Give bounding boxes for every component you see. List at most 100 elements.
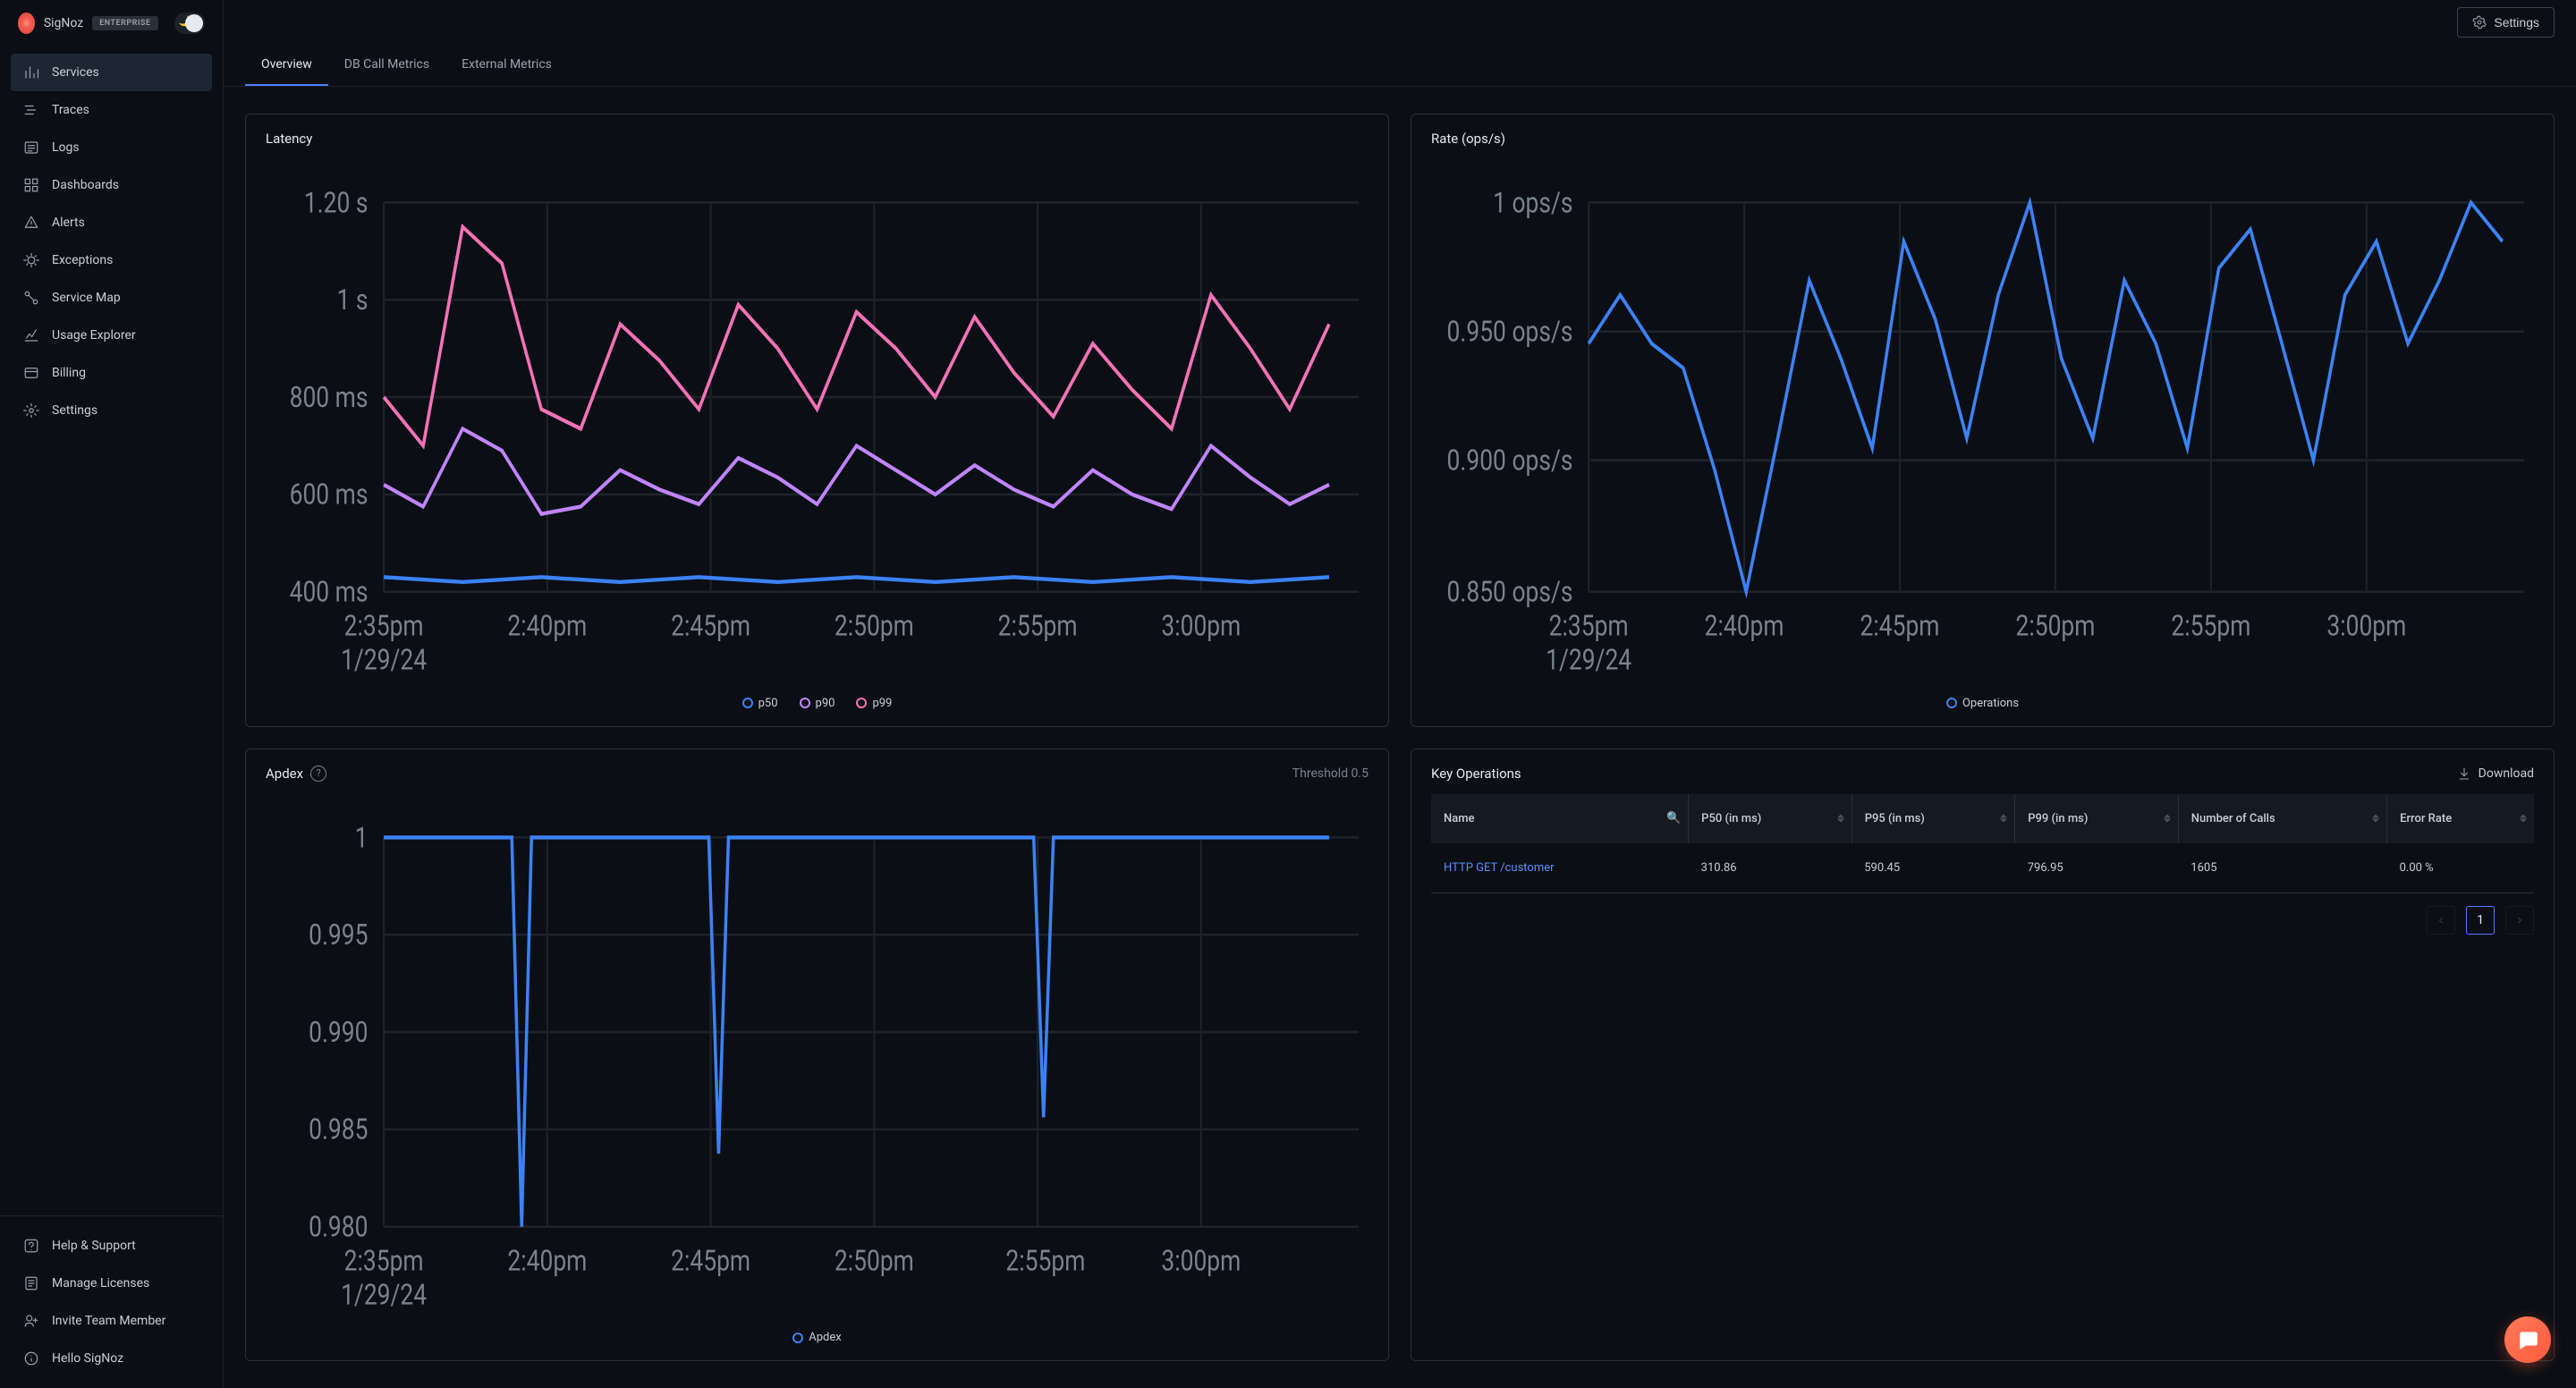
content-grid: Latency [224, 87, 2576, 1388]
sidebar-item-billing[interactable]: Billing [11, 354, 212, 392]
chat-icon [2516, 1328, 2539, 1351]
svg-text:1: 1 [355, 820, 369, 854]
gear-icon [23, 402, 39, 419]
sort-icon[interactable] [2520, 815, 2527, 823]
sort-icon[interactable] [2000, 815, 2007, 823]
license-icon [23, 1275, 39, 1291]
column-name[interactable]: Name🔍 [1431, 794, 1689, 843]
nav-bottom: Help & Support Manage Licenses Invite Te… [0, 1215, 223, 1388]
svg-text:2:40pm: 2:40pm [507, 1243, 587, 1277]
dot-icon [1946, 698, 1957, 708]
column-p95[interactable]: P95 (in ms) [1852, 794, 2015, 843]
dot-icon [792, 1333, 803, 1343]
sidebar-item-alerts[interactable]: Alerts [11, 204, 212, 241]
pager-page-1[interactable]: 1 [2466, 906, 2495, 935]
column-calls[interactable]: Number of Calls [2178, 794, 2386, 843]
legend-operations[interactable]: Operations [1946, 697, 2019, 710]
sidebar-item-settings[interactable]: Settings [11, 392, 212, 429]
bug-icon [23, 252, 39, 268]
apdex-card: Apdex ? Threshold 0.5 [245, 749, 1389, 1362]
key-operations-title: Key Operations [1431, 766, 1521, 782]
sidebar-item-label: Service Map [52, 291, 121, 305]
user-plus-icon [23, 1313, 39, 1329]
theme-toggle[interactable] [174, 13, 206, 34]
sort-icon[interactable] [1837, 815, 1844, 823]
cell-p50: 310.86 [1689, 843, 1852, 893]
sidebar-item-licenses[interactable]: Manage Licenses [11, 1265, 212, 1302]
sidebar-item-usage-explorer[interactable]: Usage Explorer [11, 317, 212, 354]
grid-icon [23, 177, 39, 193]
apdex-threshold: Threshold 0.5 [1292, 766, 1368, 781]
sidebar-item-dashboards[interactable]: Dashboards [11, 166, 212, 204]
key-operations-card: Key Operations Download Name🔍 P50 (in ms… [1411, 749, 2555, 1362]
main: Settings Overview DB Call Metrics Extern… [224, 0, 2576, 1388]
table-row[interactable]: HTTP GET /customer 310.86 590.45 796.95 … [1431, 843, 2534, 893]
map-icon [23, 290, 39, 306]
download-button[interactable]: Download [2457, 766, 2534, 781]
latency-legend: p50 p90 p99 [266, 697, 1368, 710]
svg-text:2:45pm: 2:45pm [1860, 609, 1940, 643]
sidebar-item-traces[interactable]: Traces [11, 91, 212, 129]
sidebar-item-label: Invite Team Member [52, 1314, 165, 1328]
sidebar-item-label: Exceptions [52, 253, 113, 267]
svg-text:2:55pm: 2:55pm [2171, 609, 2250, 643]
svg-text:1 s: 1 s [336, 283, 368, 317]
cell-p95: 590.45 [1852, 843, 2015, 893]
tab-db-call-metrics[interactable]: DB Call Metrics [328, 45, 445, 86]
chevron-right-icon [2514, 915, 2525, 926]
tab-external-metrics[interactable]: External Metrics [445, 45, 568, 86]
tab-overview[interactable]: Overview [245, 45, 328, 86]
info-icon [23, 1350, 39, 1367]
pager-prev-button[interactable] [2427, 906, 2455, 935]
sidebar-item-exceptions[interactable]: Exceptions [11, 241, 212, 279]
svg-text:0.985: 0.985 [309, 1113, 368, 1147]
legend-p99[interactable]: p99 [856, 697, 892, 710]
sort-icon[interactable] [2164, 815, 2171, 823]
svg-text:0.980: 0.980 [309, 1209, 368, 1243]
svg-text:0.990: 0.990 [309, 1015, 368, 1049]
help-circle-icon[interactable]: ? [310, 766, 326, 782]
svg-text:2:50pm: 2:50pm [835, 1243, 914, 1277]
svg-text:0.900 ops/s: 0.900 ops/s [1447, 444, 1573, 478]
rate-chart[interactable]: 1 ops/s 0.950 ops/s 0.900 ops/s 0.850 op… [1431, 154, 2534, 690]
svg-text:3:00pm: 3:00pm [2326, 609, 2406, 643]
sidebar-item-label: Hello SigNoz [52, 1351, 123, 1366]
legend-apdex[interactable]: Apdex [792, 1331, 841, 1344]
sidebar-item-service-map[interactable]: Service Map [11, 279, 212, 317]
traces-icon [23, 102, 39, 118]
column-p50[interactable]: P50 (in ms) [1689, 794, 1852, 843]
svg-text:1/29/24: 1/29/24 [341, 643, 427, 677]
legend-p50[interactable]: p50 [742, 697, 778, 710]
sidebar-item-help[interactable]: Help & Support [11, 1227, 212, 1265]
settings-button-label: Settings [2494, 15, 2539, 30]
sidebar-item-invite[interactable]: Invite Team Member [11, 1302, 212, 1340]
apdex-chart[interactable]: 1 0.995 0.990 0.985 0.980 2:35pm 2:40pm … [266, 789, 1368, 1325]
pager-next-button[interactable] [2505, 906, 2534, 935]
column-p99[interactable]: P99 (in ms) [2015, 794, 2179, 843]
svg-text:0.995: 0.995 [309, 918, 368, 952]
svg-text:2:50pm: 2:50pm [2016, 609, 2096, 643]
rate-legend: Operations [1431, 697, 2534, 710]
svg-text:2:45pm: 2:45pm [671, 609, 750, 643]
search-icon[interactable]: 🔍 [1666, 812, 1681, 825]
svg-text:2:50pm: 2:50pm [835, 609, 914, 643]
operation-link[interactable]: HTTP GET /customer [1444, 861, 1555, 875]
column-error-rate[interactable]: Error Rate [2387, 794, 2534, 843]
sidebar-item-label: Usage Explorer [52, 328, 136, 343]
help-icon [23, 1238, 39, 1254]
sort-icon[interactable] [2372, 815, 2379, 823]
settings-button[interactable]: Settings [2457, 7, 2555, 38]
dot-icon [856, 698, 867, 708]
download-icon [2457, 766, 2471, 781]
svg-text:3:00pm: 3:00pm [1161, 1243, 1241, 1277]
latency-chart[interactable]: 1.20 s 1 s 800 ms 600 ms 400 ms 2:35pm 2… [266, 154, 1368, 690]
legend-p90[interactable]: p90 [800, 697, 835, 710]
chat-fab[interactable] [2504, 1316, 2551, 1363]
sidebar-item-logs[interactable]: Logs [11, 129, 212, 166]
sidebar-item-hello[interactable]: Hello SigNoz [11, 1340, 212, 1377]
svg-text:2:35pm: 2:35pm [1549, 609, 1629, 643]
nav-main: Services Traces Logs Dashboards Alerts E… [0, 47, 223, 1215]
sidebar-item-services[interactable]: Services [11, 54, 212, 91]
latency-card: Latency [245, 114, 1389, 727]
svg-text:1.20 s: 1.20 s [304, 186, 369, 220]
